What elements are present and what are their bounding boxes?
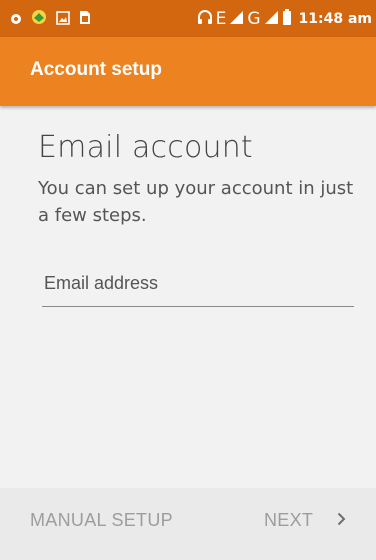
app-notification-icon	[31, 9, 47, 29]
chevron-right-icon	[337, 510, 346, 531]
manual-setup-label: MANUAL SETUP	[30, 510, 173, 530]
app-bar: Account setup	[0, 37, 376, 106]
sim-card-icon	[79, 10, 91, 29]
email-address-input[interactable]	[42, 266, 354, 307]
page-title: Account setup	[30, 59, 162, 80]
status-bar-right: E G 11:48 am	[197, 8, 372, 30]
next-button[interactable]: NEXT	[264, 510, 346, 531]
image-icon	[56, 10, 70, 29]
setup-subtitle: You can set up your account in just a fe…	[38, 178, 354, 226]
status-bar-left-icons	[10, 9, 91, 29]
main-content: Email account You can set up your accoun…	[0, 106, 376, 488]
status-bar: E G 11:48 am	[0, 0, 376, 37]
signal-icon	[229, 10, 244, 29]
email-account-heading: Email account	[38, 130, 253, 165]
status-time: 11:48 am	[298, 11, 372, 27]
next-label: NEXT	[264, 510, 314, 530]
network-type-1: E	[215, 9, 227, 29]
network-type-2: G	[247, 9, 261, 29]
notification-dot-icon	[10, 10, 22, 29]
battery-icon	[282, 9, 292, 29]
manual-setup-button[interactable]: MANUAL SETUP	[30, 510, 173, 531]
bottom-action-bar: MANUAL SETUP NEXT	[0, 488, 376, 560]
headset-icon	[197, 9, 213, 29]
signal-icon	[264, 10, 279, 29]
